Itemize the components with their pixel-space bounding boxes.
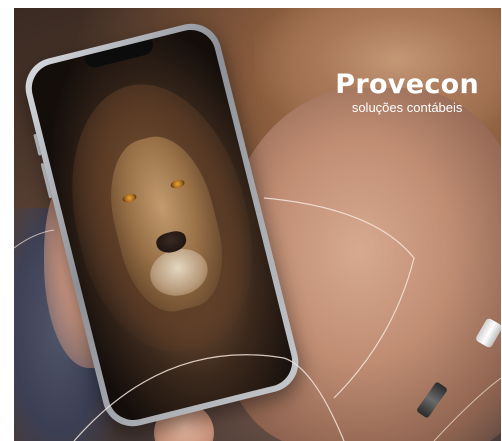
phone-volume-button [33, 133, 42, 156]
background-photo: Provecon soluções contábeis [14, 8, 501, 441]
brand-logo: Provecon soluções contábeis [335, 70, 479, 115]
brand-tagline: soluções contábeis [351, 100, 463, 115]
ad-frame: Provecon soluções contábeis [0, 0, 502, 441]
brand-name: Provecon [335, 69, 479, 100]
phone-notch [83, 38, 156, 70]
